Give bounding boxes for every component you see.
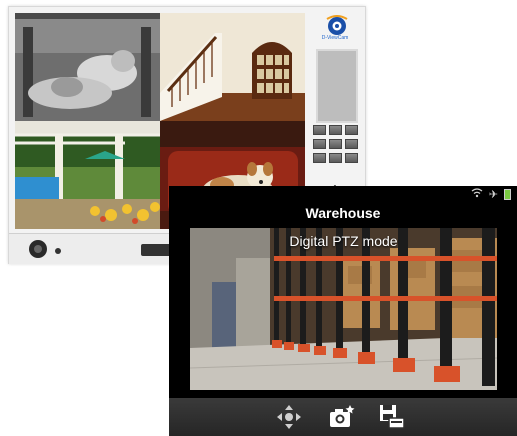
- ptz-move-button[interactable]: [276, 404, 302, 430]
- save-icon: [380, 405, 405, 429]
- layout-button[interactable]: [313, 139, 326, 149]
- playback-control[interactable]: [141, 244, 171, 256]
- snapshot-button[interactable]: [329, 404, 355, 430]
- wifi-icon: [471, 187, 483, 201]
- layout-button[interactable]: [313, 125, 326, 135]
- status-dot: [55, 248, 61, 254]
- snapshot-icon: [330, 405, 355, 427]
- camera-feed-backyard[interactable]: [15, 121, 160, 229]
- camera-feed-nursery[interactable]: [15, 13, 160, 121]
- airplane-icon: ✈: [488, 188, 498, 201]
- live-video-view[interactable]: Digital PTZ mode: [190, 228, 497, 390]
- layout-button[interactable]: [345, 139, 358, 149]
- camera-feed-hallway[interactable]: [160, 13, 305, 121]
- camera-title: Warehouse: [305, 205, 381, 221]
- layout-button[interactable]: [345, 153, 358, 163]
- layout-button[interactable]: [329, 139, 342, 149]
- mobile-app-window: ✈ Warehouse Digital PTZ mode: [169, 186, 517, 436]
- status-bar: ✈: [471, 187, 511, 201]
- layout-button[interactable]: [313, 153, 326, 163]
- layout-button[interactable]: [329, 125, 342, 135]
- ptz-preview-panel: [316, 49, 358, 123]
- record-button[interactable]: [29, 240, 47, 258]
- layout-button[interactable]: [345, 125, 358, 135]
- layout-button[interactable]: [329, 153, 342, 163]
- battery-icon: [504, 188, 511, 200]
- save-button[interactable]: [379, 404, 405, 430]
- ptz-mode-label: Digital PTZ mode: [289, 233, 398, 249]
- ptz-move-icon: [277, 405, 301, 429]
- logo-text: D-ViewCam: [321, 35, 349, 41]
- bottom-toolbar: [169, 398, 517, 436]
